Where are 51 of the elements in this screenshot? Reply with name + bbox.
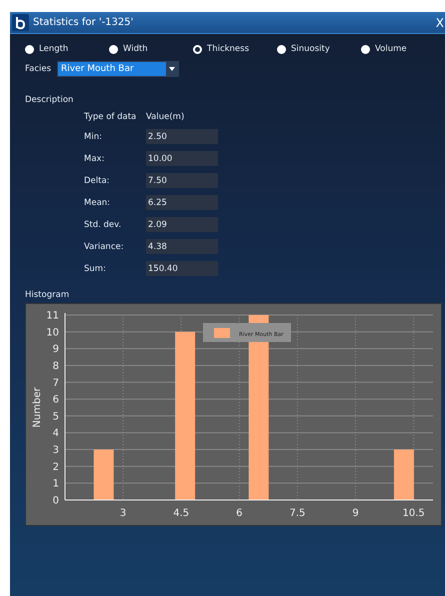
- caret-icon: [169, 67, 176, 71]
- x-tick-label: 3: [120, 508, 126, 519]
- section-title: Histogram: [24, 289, 70, 300]
- radio-option[interactable]: Width: [109, 44, 193, 54]
- facies-label: Facies: [25, 64, 52, 74]
- y-axis-title: Number: [32, 387, 43, 428]
- y-tick-label: 2: [52, 462, 59, 473]
- column-header: Value(m): [146, 112, 186, 122]
- row-label: Std. dev.: [84, 220, 122, 230]
- y-tick-label: 3: [52, 445, 59, 456]
- column-header: Type of data: [84, 112, 138, 122]
- value-field: 150.40: [146, 261, 218, 276]
- y-tick-label: 4: [52, 428, 59, 440]
- section-title: Description: [24, 94, 74, 105]
- value-field: 4.38: [146, 239, 218, 254]
- legend-swatch: [214, 328, 230, 338]
- close-button[interactable]: X: [436, 16, 445, 30]
- histogram-bar: [394, 450, 414, 500]
- y-tick-label: 9: [52, 344, 59, 356]
- x-tick-label: 6: [236, 508, 242, 519]
- value-field: 2.50: [146, 129, 218, 144]
- radio-option[interactable]: Volume: [361, 44, 445, 54]
- y-tick-label: 6: [52, 394, 59, 406]
- row-label: Mean:: [84, 198, 112, 208]
- y-tick-label: 10: [46, 327, 59, 338]
- x-tick-label: 4.5: [173, 508, 190, 519]
- value-field: 10.00: [146, 151, 218, 166]
- value-field: 6.25: [146, 195, 218, 210]
- row-label: Max:: [84, 154, 106, 164]
- radio-option[interactable]: Sinuosity: [277, 44, 361, 54]
- row-label: Min:: [84, 132, 103, 142]
- row-label: Variance:: [84, 242, 125, 252]
- radio-option[interactable]: Thickness: [193, 44, 277, 54]
- histogram-bar: [94, 450, 114, 500]
- y-tick-label: 7: [52, 378, 59, 389]
- x-tick-label: 7.5: [289, 508, 306, 519]
- y-tick-label: 5: [52, 411, 59, 422]
- y-tick-label: 8: [52, 360, 59, 372]
- row-label: Delta:: [84, 176, 111, 186]
- radio-option[interactable]: Length: [25, 44, 109, 54]
- logo-icon: [12, 14, 29, 31]
- row-label: Sum:: [84, 264, 107, 274]
- value-field: 2.09: [146, 217, 218, 232]
- value-field: 7.50: [146, 173, 218, 188]
- y-tick-label: 0: [52, 496, 59, 506]
- window-title: Statistics for '-1325': [33, 17, 134, 28]
- y-tick-label: 1: [52, 478, 59, 490]
- y-tick-label: 11: [46, 310, 59, 322]
- facies-dropdown[interactable]: River Mouth Bar: [57, 61, 180, 77]
- x-tick-label: 10.5: [402, 508, 425, 519]
- x-tick-label: 9: [352, 508, 359, 519]
